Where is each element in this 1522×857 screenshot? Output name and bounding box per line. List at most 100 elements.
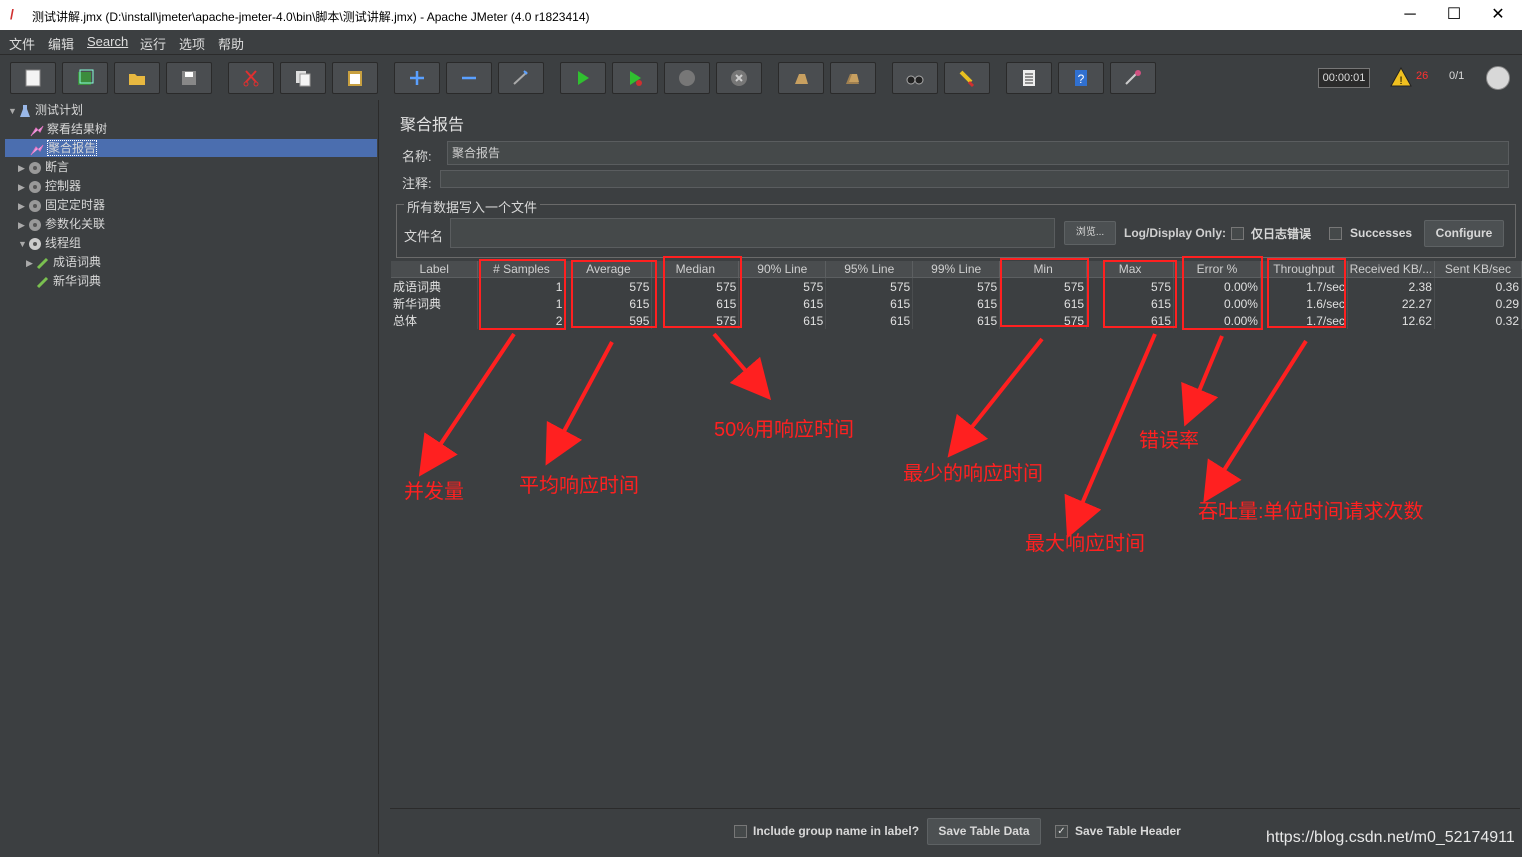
configure-button[interactable]: Configure <box>1424 220 1504 247</box>
col-received[interactable]: Received KB/... <box>1347 261 1435 278</box>
close-button[interactable]: ✕ <box>1476 4 1520 26</box>
col-99-line[interactable]: 99% Line <box>912 261 1001 278</box>
menu-run[interactable]: 运行 <box>140 34 166 53</box>
highlight-error <box>1182 256 1263 330</box>
successes-checkbox[interactable] <box>1329 227 1342 240</box>
remote-button[interactable] <box>1110 62 1156 94</box>
cut-button[interactable] <box>228 62 274 94</box>
gear-icon <box>29 199 41 212</box>
minimize-button[interactable]: ─ <box>1388 4 1432 26</box>
scissors-icon <box>243 70 259 87</box>
include-group-checkbox[interactable] <box>734 825 747 838</box>
elapsed-timer: 00:00:01 <box>1318 68 1370 88</box>
tree-item-timers[interactable]: ▶ 固定定时器 <box>18 196 105 214</box>
tree-root[interactable]: ▼ 测试计划 <box>8 101 83 119</box>
cell: 0.29 <box>1434 295 1522 312</box>
tree-item-sampler-idiom[interactable]: ▶ 成语词典 <box>26 253 101 271</box>
comment-field[interactable] <box>440 170 1509 188</box>
binoculars-icon <box>906 75 924 85</box>
open-button[interactable] <box>114 62 160 94</box>
function-helper-button[interactable] <box>1006 62 1052 94</box>
expand-right-icon[interactable]: ▶ <box>18 182 28 193</box>
expand-right-icon[interactable]: ▶ <box>18 163 28 174</box>
chart-icon <box>30 144 44 156</box>
expand-right-icon[interactable]: ▶ <box>18 201 28 212</box>
expand-right-icon[interactable]: ▶ <box>26 258 36 269</box>
expand-right-icon[interactable]: ▶ <box>18 220 28 231</box>
tree-item-parameters[interactable]: ▶ 参数化关联 <box>18 215 105 233</box>
new-file-icon <box>25 69 41 87</box>
annotation-throughput: 吞吐量:单位时间请求次数 <box>1198 501 1424 523</box>
menu-search[interactable]: Search <box>87 34 128 49</box>
filename-input[interactable] <box>450 218 1055 248</box>
menu-file[interactable]: 文件 <box>9 34 35 53</box>
cell: 0.32 <box>1434 312 1522 329</box>
warning-icon[interactable]: ! <box>1390 67 1412 87</box>
cell: 615 <box>912 295 1001 312</box>
active-threads: 0/1 <box>1449 70 1465 82</box>
col-95-line[interactable]: 95% Line <box>825 261 914 278</box>
stop-icon <box>679 70 695 86</box>
tree-item-thread-group[interactable]: ▼ 线程组 <box>18 234 81 252</box>
new-button[interactable] <box>10 62 56 94</box>
pipette-icon <box>36 276 49 288</box>
annotation-error: 错误率 <box>1139 430 1199 452</box>
start-button[interactable] <box>560 62 606 94</box>
cell: 575 <box>912 277 1001 295</box>
clear-button[interactable] <box>778 62 824 94</box>
save-icon <box>182 71 196 85</box>
pipette-icon <box>36 257 49 269</box>
toggle-button[interactable] <box>498 62 544 94</box>
save-table-data-button[interactable]: Save Table Data <box>927 818 1041 845</box>
remote-globe-icon[interactable] <box>1486 66 1510 90</box>
maximize-button[interactable]: ☐ <box>1432 4 1476 26</box>
menu-edit[interactable]: 编辑 <box>48 34 74 53</box>
copy-button[interactable] <box>280 62 326 94</box>
tree-item-sampler-xinhua[interactable]: 新华词典 <box>36 272 101 290</box>
reset-search-button[interactable] <box>944 62 990 94</box>
results-table-area <box>390 260 1520 808</box>
save-button[interactable] <box>166 62 212 94</box>
menu-help[interactable]: 帮助 <box>218 34 244 53</box>
templates-button[interactable] <box>62 62 108 94</box>
remote-start-icon <box>1125 70 1141 85</box>
name-field[interactable]: 聚合报告 <box>447 141 1509 165</box>
browse-button[interactable]: 浏览... <box>1064 221 1116 245</box>
tree-item-aggregate-report[interactable]: 聚合报告 <box>5 139 377 157</box>
col-label[interactable]: Label <box>391 261 479 278</box>
menu-options[interactable]: 选项 <box>179 34 205 53</box>
cell: 2.38 <box>1347 277 1435 295</box>
paste-button[interactable] <box>332 62 378 94</box>
collapse-button[interactable] <box>446 62 492 94</box>
cell: 615 <box>738 312 827 329</box>
annotation-min: 最少的响应时间 <box>903 463 1043 485</box>
errors-only-label: 仅日志错误 <box>1251 227 1312 241</box>
highlight-samples <box>479 259 566 330</box>
col-sent[interactable]: Sent KB/sec <box>1434 261 1522 278</box>
write-file-group-title: 所有数据写入一个文件 <box>404 197 541 216</box>
tree-item-controllers[interactable]: ▶ 控制器 <box>18 177 81 195</box>
highlight-throughput <box>1267 258 1346 328</box>
stop-button[interactable] <box>664 62 710 94</box>
errors-only-checkbox[interactable] <box>1231 227 1244 240</box>
toolbar: ? <box>0 55 1522 99</box>
search-button[interactable] <box>892 62 938 94</box>
expand-button[interactable] <box>394 62 440 94</box>
cell: 575 <box>738 277 827 295</box>
col-90-line[interactable]: 90% Line <box>738 261 827 278</box>
highlight-median <box>663 256 742 328</box>
tree-item-assertions[interactable]: ▶ 断言 <box>18 158 69 176</box>
save-header-checkbox[interactable]: ✓ <box>1055 825 1068 838</box>
gear-icon <box>29 180 41 193</box>
start-no-pauses-button[interactable] <box>612 62 658 94</box>
gear-icon <box>29 218 41 231</box>
shutdown-button[interactable] <box>716 62 762 94</box>
help-button[interactable]: ? <box>1058 62 1104 94</box>
cell: 575 <box>825 277 914 295</box>
expand-down-icon[interactable]: ▼ <box>18 239 28 249</box>
expand-down-icon[interactable]: ▼ <box>8 106 18 116</box>
menu-bar: 文件 编辑 Search 运行 选项 帮助 <box>0 30 1522 55</box>
split-pane-divider[interactable] <box>380 100 388 854</box>
clear-all-button[interactable] <box>830 62 876 94</box>
tree-item-view-results[interactable]: 察看结果树 <box>30 120 107 138</box>
